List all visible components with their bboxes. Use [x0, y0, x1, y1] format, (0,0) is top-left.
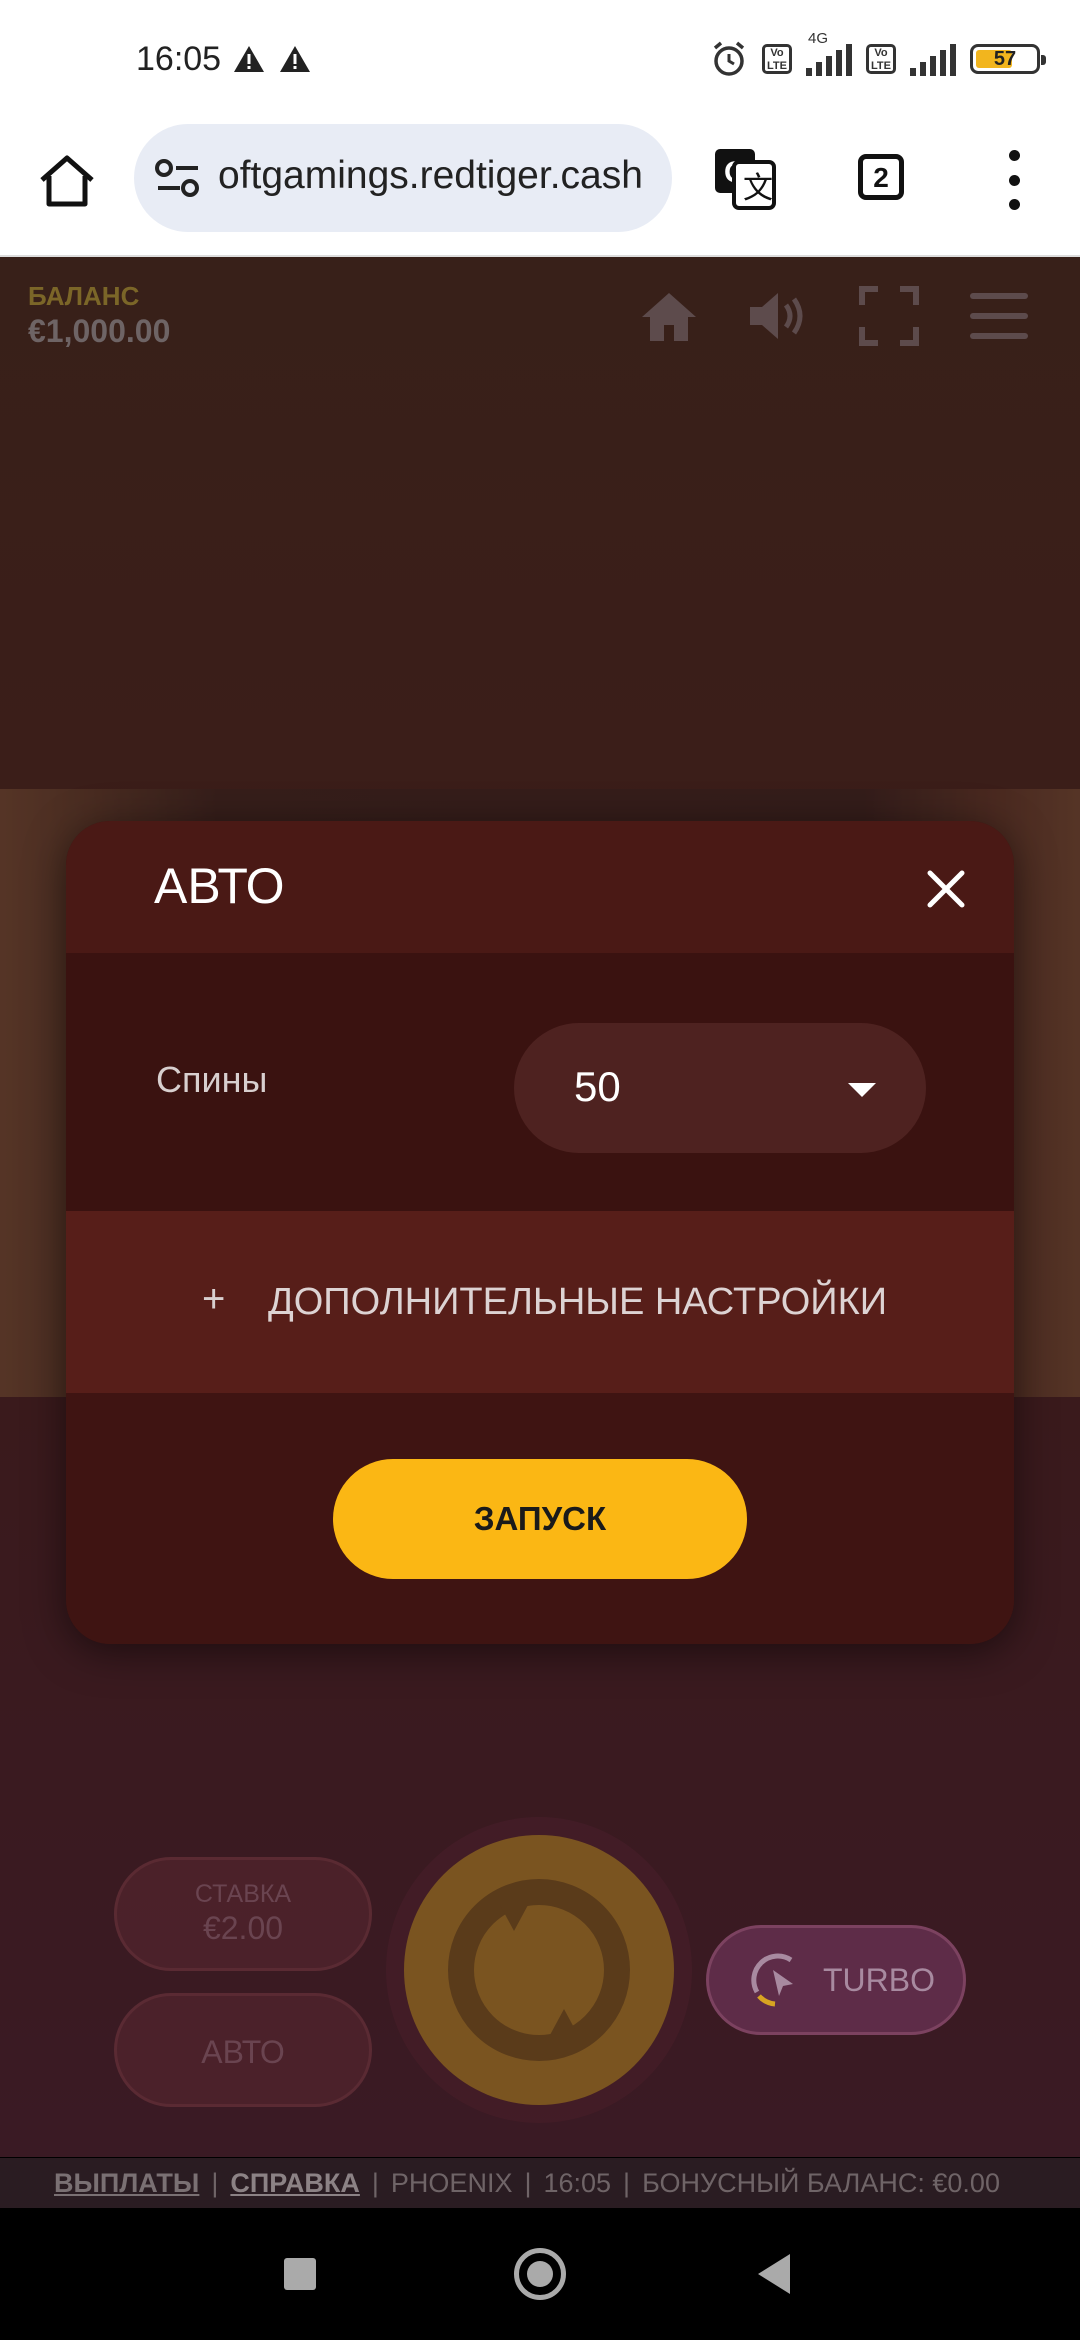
back-icon[interactable] [758, 2254, 790, 2294]
close-icon[interactable] [924, 867, 968, 911]
turbo-button[interactable]: TURBO [706, 1925, 966, 2035]
turbo-label: TURBO [823, 1962, 935, 1998]
svg-text:文: 文 [743, 172, 773, 205]
browser-toolbar: oftgamings.redtiger.cash G文 2 [0, 120, 1080, 257]
battery-icon: 57 [970, 44, 1046, 74]
help-link[interactable]: СПРАВКА [230, 2168, 360, 2199]
home-nav-icon[interactable] [514, 2248, 566, 2300]
payouts-link[interactable]: ВЫПЛАТЫ [54, 2168, 199, 2199]
signal-icon [910, 42, 956, 76]
volte-icon: Vo LTE [866, 44, 896, 74]
warning-icon [234, 46, 264, 72]
status-time: 16:05 [136, 40, 222, 78]
spins-row: Спины 50 [66, 953, 1014, 1211]
stake-label: СТАВКА [194, 1880, 292, 1908]
balance-value: €1,000.00 [28, 313, 171, 349]
status-bar: 16:05 Vo LTE 4G Vo LTE 57 [0, 0, 1080, 120]
chevron-down-icon [848, 1083, 876, 1097]
dialog-title: АВТО [154, 858, 285, 914]
balance-label: БАЛАНС [28, 281, 140, 311]
site-settings-icon[interactable] [154, 158, 202, 198]
plus-icon: + [202, 1277, 226, 1321]
tabs-button[interactable]: 2 [858, 154, 904, 200]
system-nav-bar [0, 2208, 1080, 2340]
translate-icon[interactable]: G文 [712, 146, 778, 212]
battery-level: 57 [993, 48, 1017, 70]
dialog-footer: ЗАПУСК [66, 1393, 1014, 1644]
advanced-settings-label: ДОПОЛНИТЕЛЬНЫЕ НАСТРОЙКИ [268, 1281, 888, 1323]
recents-icon[interactable] [284, 2258, 316, 2290]
menu-icon[interactable] [966, 283, 1032, 349]
footer-time: 16:05 [543, 2167, 612, 2198]
spin-button[interactable] [404, 1835, 674, 2105]
spins-label: Спины [156, 1059, 268, 1100]
warning-icon [280, 46, 310, 72]
alarm-icon [713, 41, 745, 76]
game-footer: ВЫПЛАТЫ | СПРАВКА | PHOENIX | 16:05 | БО… [0, 2158, 1080, 2208]
turbo-icon [751, 1953, 793, 2007]
bonus-balance: БОНУСНЫЙ БАЛАНС: €0.00 [642, 2167, 1000, 2198]
network-type: 4G [808, 30, 829, 47]
dialog-header: АВТО [66, 821, 1014, 953]
spin-icon [448, 1879, 630, 2061]
auto-button[interactable]: АВТО [114, 1993, 372, 2107]
spins-dropdown[interactable]: 50 [514, 1023, 926, 1153]
url-text[interactable]: oftgamings.redtiger.cash [218, 154, 643, 198]
spins-value: 50 [574, 1063, 621, 1110]
fullscreen-icon[interactable] [856, 283, 922, 349]
volte-icon: Vo LTE [762, 44, 792, 74]
home-icon[interactable] [636, 283, 702, 349]
auto-label: АВТО [201, 2034, 285, 2070]
autoplay-dialog: АВТО Спины 50 + ДОПОЛНИТЕЛЬНЫЕ НАСТРОЙКИ… [66, 821, 1014, 1644]
stake-value: €2.00 [202, 1910, 284, 1946]
stake-button[interactable]: СТАВКА €2.00 [114, 1857, 372, 1971]
more-vert-icon[interactable] [1004, 150, 1024, 210]
game-name: PHOENIX [390, 2167, 513, 2198]
home-icon[interactable] [36, 150, 98, 212]
address-bar[interactable]: oftgamings.redtiger.cash [134, 124, 672, 232]
start-button[interactable]: ЗАПУСК [333, 1459, 747, 1579]
signal-icon: 4G [806, 30, 852, 76]
advanced-settings-toggle[interactable]: + ДОПОЛНИТЕЛЬНЫЕ НАСТРОЙКИ [66, 1211, 1014, 1393]
sound-icon[interactable] [744, 283, 810, 349]
